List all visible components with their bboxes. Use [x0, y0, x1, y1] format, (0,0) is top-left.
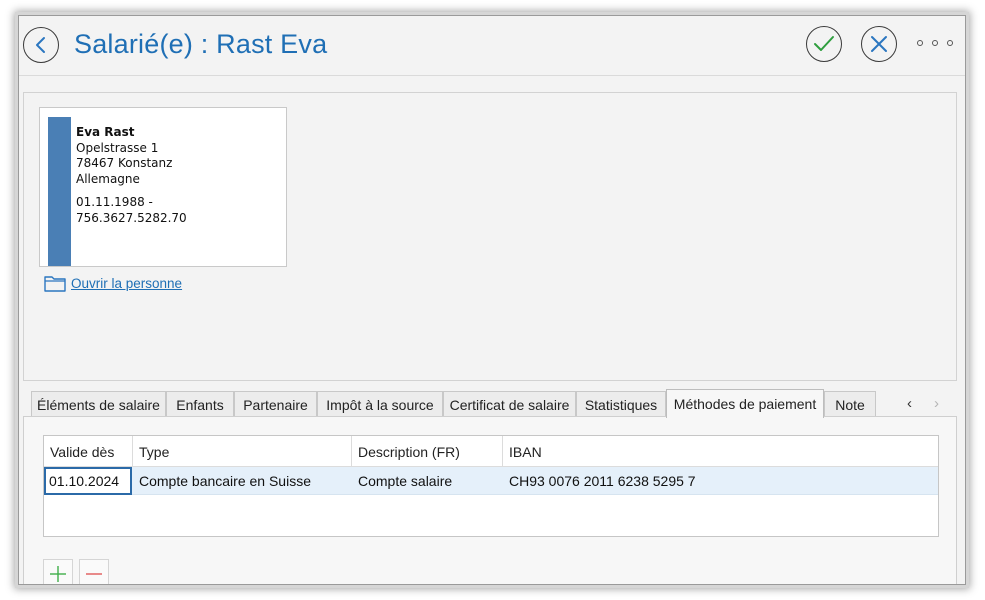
cell-description[interactable]: Compte salaire: [352, 467, 503, 495]
check-icon: [814, 36, 834, 51]
person-card-accent: [48, 117, 71, 266]
person-name: Eva Rast: [76, 125, 135, 139]
cancel-button[interactable]: [861, 26, 897, 62]
table-row[interactable]: 01.10.2024 Compte bancaire en Suisse Com…: [44, 467, 938, 495]
more-options-button[interactable]: [917, 36, 953, 50]
column-header-iban[interactable]: IBAN: [503, 436, 938, 467]
person-country: Allemagne: [76, 171, 140, 186]
more-horizontal-icon: [932, 40, 938, 46]
header-bar: Salarié(e) : Rast Eva: [19, 16, 965, 76]
payment-methods-panel: Valide dès Type Description (FR) IBAN 01…: [23, 416, 957, 584]
tab-elements-salaire[interactable]: Éléments de salaire: [31, 391, 166, 417]
payment-methods-table[interactable]: Valide dès Type Description (FR) IBAN 01…: [43, 435, 939, 537]
tab-note[interactable]: Note: [824, 391, 876, 417]
more-horizontal-icon: [917, 40, 923, 46]
tab-scroll-left-icon[interactable]: ‹: [907, 395, 912, 412]
column-header-description[interactable]: Description (FR): [352, 436, 503, 467]
chevron-left-icon: [36, 37, 45, 53]
column-header-type[interactable]: Type: [133, 436, 352, 467]
person-ssn: 756.3627.5282.70: [76, 210, 187, 225]
person-street: Opelstrasse 1: [76, 140, 159, 155]
tab-statistiques[interactable]: Statistiques: [576, 391, 666, 417]
person-panel: Eva Rast Opelstrasse 1 78467 Konstanz Al…: [23, 92, 957, 381]
person-city: 78467 Konstanz: [76, 156, 173, 170]
tab-bar: Éléments de salaire Enfants Partenaire I…: [23, 389, 957, 418]
more-horizontal-icon: [947, 40, 953, 46]
back-button[interactable]: [23, 27, 59, 63]
open-person-link[interactable]: Ouvrir la personne: [43, 273, 182, 293]
person-card[interactable]: Eva Rast Opelstrasse 1 78467 Konstanz Al…: [39, 107, 287, 267]
tab-methodes-paiement[interactable]: Méthodes de paiement: [666, 389, 824, 418]
open-person-label: Ouvrir la personne: [71, 275, 183, 291]
person-dob: 01.11.1988 -: [76, 195, 153, 209]
tab-impot-source[interactable]: Impôt à la source: [317, 391, 443, 417]
tab-partenaire[interactable]: Partenaire: [234, 391, 317, 417]
plus-icon: [50, 566, 66, 582]
confirm-button[interactable]: [806, 26, 842, 62]
add-row-button[interactable]: [43, 559, 73, 584]
tab-enfants[interactable]: Enfants: [166, 391, 234, 417]
folder-icon: [44, 276, 66, 292]
cell-iban[interactable]: CH93 0076 2011 6238 5295 7: [503, 467, 938, 495]
column-header-valid-from[interactable]: Valide dès: [44, 436, 133, 467]
employee-window: Salarié(e) : Rast Eva Eva Rast Opelstras…: [18, 15, 966, 585]
page-title: Salarié(e) : Rast Eva: [74, 29, 328, 59]
minus-icon: [86, 573, 102, 575]
tab-certificat-salaire[interactable]: Certificat de salaire: [443, 391, 576, 417]
close-icon: [871, 36, 887, 52]
table-header: Valide dès Type Description (FR) IBAN: [44, 436, 938, 467]
cell-type[interactable]: Compte bancaire en Suisse: [133, 467, 352, 495]
tab-scroll-right-icon[interactable]: ›: [934, 395, 939, 412]
remove-row-button[interactable]: [79, 559, 109, 584]
person-card-details: Eva Rast Opelstrasse 1 78467 Konstanz Al…: [76, 125, 187, 226]
cell-valid-from[interactable]: 01.10.2024: [44, 467, 132, 495]
